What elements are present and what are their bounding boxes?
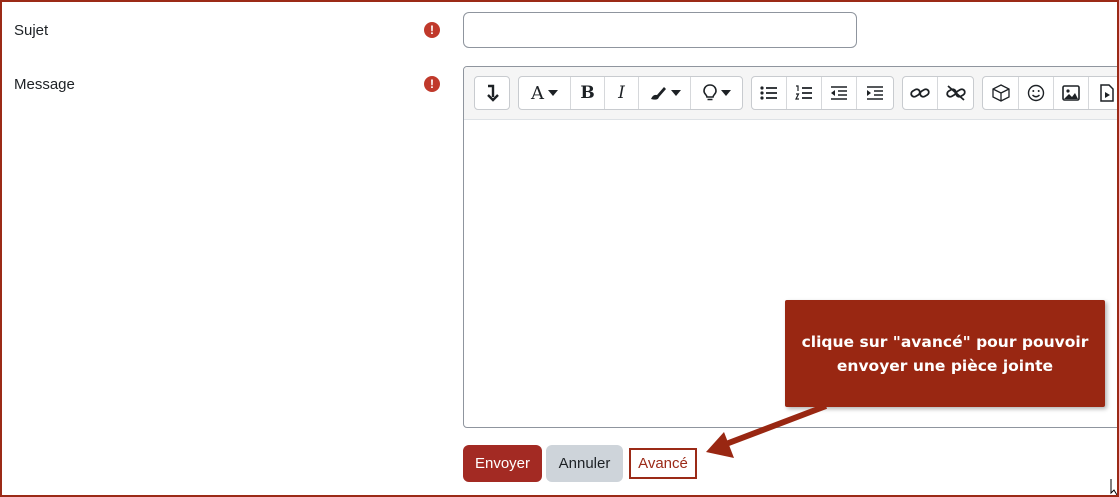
media-button[interactable]	[983, 77, 1019, 109]
file-button[interactable]	[1089, 77, 1119, 109]
unlink-icon	[945, 85, 966, 101]
unordered-list-button[interactable]	[752, 77, 787, 109]
emoji-icon	[1027, 84, 1045, 102]
brush-dropdown-button[interactable]	[639, 77, 691, 109]
required-icon: !	[424, 22, 440, 38]
outdent-button[interactable]	[822, 77, 857, 109]
cancel-button[interactable]: Annuler	[546, 445, 623, 482]
advanced-link[interactable]: Avancé	[629, 448, 697, 479]
font-icon: A	[531, 82, 544, 104]
chevron-down-icon	[670, 90, 681, 96]
image-button[interactable]	[1054, 77, 1089, 109]
unlink-button[interactable]	[938, 77, 973, 109]
lightbulb-dropdown-button[interactable]	[691, 77, 742, 109]
chevron-down-icon	[548, 90, 558, 96]
outdent-icon	[831, 86, 847, 100]
annotation-callout: clique sur "avancé" pour pouvoir envoyer…	[785, 300, 1105, 407]
toolbar-group-links	[902, 76, 974, 110]
toolbar-group-history	[474, 76, 510, 110]
message-label: Message	[14, 76, 75, 93]
ordered-list-icon	[795, 85, 812, 100]
bold-icon: B	[580, 83, 595, 103]
annotation-arrow-icon	[706, 403, 828, 458]
ordered-list-button[interactable]	[787, 77, 822, 109]
toolbar-group-style: A B I	[518, 76, 743, 110]
submit-button[interactable]: Envoyer	[463, 445, 542, 482]
italic-button[interactable]: I	[605, 77, 639, 109]
editor-toolbar: A B I	[464, 67, 1119, 120]
indent-button[interactable]	[857, 77, 892, 109]
lightbulb-icon	[702, 84, 717, 101]
subject-label: Sujet	[14, 22, 49, 39]
media-icon	[991, 84, 1010, 102]
link-icon	[910, 88, 930, 98]
emoji-button[interactable]	[1019, 77, 1054, 109]
toolbar-group-media	[982, 76, 1119, 110]
required-icon: !	[424, 76, 440, 92]
callout-line-2: envoyer une pièce jointe	[836, 356, 1054, 375]
chevron-down-icon	[720, 90, 731, 96]
undo-redo-icon	[487, 84, 499, 102]
italic-icon: I	[618, 83, 625, 103]
image-icon	[1062, 85, 1080, 101]
brush-icon	[650, 87, 666, 100]
unordered-list-icon	[760, 86, 777, 100]
link-button[interactable]	[903, 77, 938, 109]
undo-redo-button[interactable]	[475, 77, 509, 109]
indent-icon	[866, 86, 883, 100]
font-dropdown-button[interactable]: A	[519, 77, 571, 109]
toolbar-group-lists	[751, 76, 894, 110]
bold-button[interactable]: B	[571, 77, 605, 109]
file-icon	[1099, 84, 1114, 102]
subject-input[interactable]	[463, 12, 857, 48]
callout-line-1: clique sur "avancé" pour pouvoir	[801, 332, 1089, 351]
mouse-cursor-icon	[1110, 479, 1118, 496]
